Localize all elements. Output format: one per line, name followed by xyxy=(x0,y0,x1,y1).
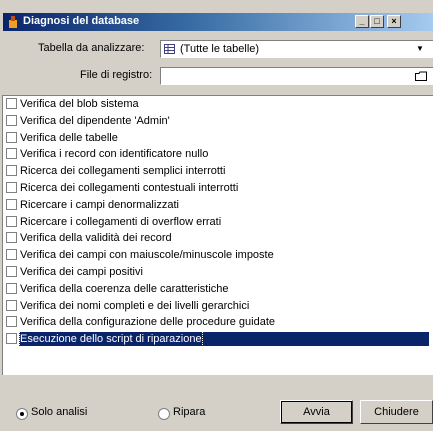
check-label: Verifica della coerenza delle caratteris… xyxy=(20,282,229,295)
check-label: Esecuzione dello script di riparazione xyxy=(19,331,203,348)
check-item[interactable]: Ricerca dei collegamenti semplici interr… xyxy=(3,164,433,178)
check-checkbox[interactable] xyxy=(6,98,17,109)
check-label: Verifica delle tabelle xyxy=(20,131,118,144)
log-file-label: File di registro: xyxy=(80,69,153,81)
run-button[interactable]: Avvia xyxy=(280,400,353,424)
check-label: Verifica del dipendente 'Admin' xyxy=(20,114,170,127)
close-button[interactable]: Chiudere xyxy=(360,400,433,424)
check-label: Ricerca dei collegamenti contestuali int… xyxy=(20,182,239,194)
minimize-button[interactable]: _ xyxy=(355,15,369,28)
table-select-value: (Tutte le tabelle) xyxy=(180,43,260,55)
check-label: Verifica del blob sistema xyxy=(20,98,139,110)
check-checkbox[interactable] xyxy=(6,249,17,261)
check-item[interactable]: Ricerca dei collegamenti contestuali int… xyxy=(3,181,433,195)
check-label: Ricercare i campi denormalizzati xyxy=(20,198,179,211)
database-diagnosis-window: Diagnosi del database _ □ × Tabella da a… xyxy=(0,0,433,431)
table-label: Tabella da analizzare: xyxy=(38,42,145,54)
window-title: Diagnosi del database xyxy=(23,15,140,27)
checks-list[interactable]: Verifica del blob sistema Verifica del di… xyxy=(2,95,433,375)
check-label: Verifica dei campi positivi xyxy=(20,266,143,278)
check-label: Verifica dei nomi completi e dei livelli… xyxy=(20,299,250,312)
check-checkbox[interactable] xyxy=(6,148,17,160)
check-item[interactable]: Ricercare i campi denormalizzati xyxy=(3,198,433,212)
check-checkbox[interactable] xyxy=(6,266,17,277)
maximize-button[interactable]: □ xyxy=(370,15,384,28)
radio-selected-dot xyxy=(20,412,24,416)
check-label: Verifica della validità dei record xyxy=(20,232,172,245)
check-checkbox[interactable] xyxy=(6,182,17,193)
check-checkbox[interactable] xyxy=(6,215,17,227)
mode-radio-analyze[interactable] xyxy=(16,408,28,420)
check-item[interactable]: Verifica della validità dei record xyxy=(3,231,433,245)
check-checkbox[interactable] xyxy=(6,316,17,328)
check-item[interactable]: Verifica della configurazione delle proc… xyxy=(3,315,433,329)
mode-label-repair[interactable]: Ripara xyxy=(173,406,205,418)
table-icon xyxy=(164,44,175,54)
check-checkbox[interactable] xyxy=(6,114,17,126)
check-item[interactable]: Ricercare i collegamenti di overflow err… xyxy=(3,215,433,229)
check-label: Verifica della configurazione delle proc… xyxy=(20,316,276,329)
check-item[interactable]: Verifica dei nomi completi e dei livelli… xyxy=(3,299,433,313)
check-checkbox[interactable] xyxy=(6,232,17,244)
check-checkbox[interactable] xyxy=(6,333,17,345)
check-checkbox[interactable] xyxy=(6,282,17,294)
mode-radio-repair[interactable] xyxy=(158,408,170,420)
check-label: Ricercare i collegamenti di overflow err… xyxy=(20,215,222,228)
check-checkbox[interactable] xyxy=(6,299,17,311)
check-item[interactable]: Verifica del blob sistema xyxy=(3,97,433,111)
check-checkbox[interactable] xyxy=(6,131,17,143)
check-checkbox[interactable] xyxy=(6,198,17,210)
check-checkbox[interactable] xyxy=(6,165,17,177)
dropdown-arrow-icon[interactable]: ▼ xyxy=(413,42,427,56)
check-label: Ricerca dei collegamenti semplici interr… xyxy=(20,165,226,178)
table-select[interactable]: (Tutte le tabelle) ▼ xyxy=(160,40,433,58)
mode-label-analyze[interactable]: Solo analisi xyxy=(31,406,87,418)
folder-icon[interactable] xyxy=(415,71,427,81)
title-bar[interactable]: Diagnosi del database _ □ × xyxy=(3,13,433,31)
check-label: Verifica dei campi con maiuscole/minusco… xyxy=(20,249,274,262)
check-item[interactable]: Verifica delle tabelle xyxy=(3,131,433,145)
log-file-input[interactable] xyxy=(160,67,433,85)
check-label: Verifica i record con identificatore nul… xyxy=(20,148,209,161)
app-icon xyxy=(9,16,17,28)
check-item[interactable]: Verifica della coerenza delle caratteris… xyxy=(3,282,433,296)
check-item[interactable]: Verifica del dipendente 'Admin' xyxy=(3,114,433,128)
close-window-button[interactable]: × xyxy=(387,15,401,28)
check-item[interactable]: Verifica dei campi positivi xyxy=(3,265,433,279)
check-item[interactable]: Verifica dei campi con maiuscole/minusco… xyxy=(3,248,433,262)
check-item[interactable]: Verifica i record con identificatore nul… xyxy=(3,147,433,161)
check-item[interactable]: Esecuzione dello script di riparazione xyxy=(3,331,433,348)
